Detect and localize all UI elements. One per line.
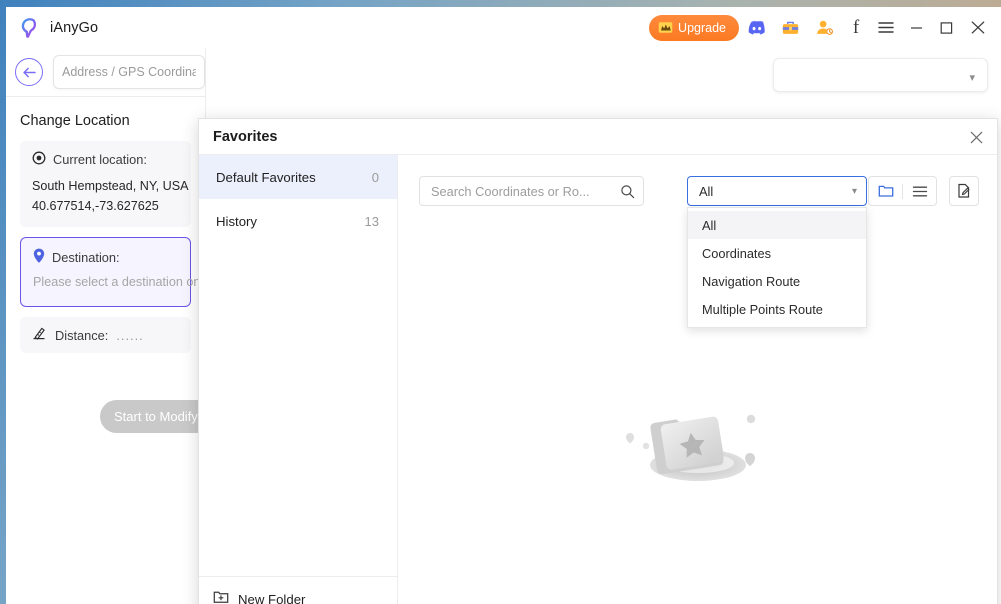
destination-card[interactable]: Destination: Please select a destination… xyxy=(20,237,191,307)
address-search-row xyxy=(6,48,205,96)
sidebar-item-label: Default Favorites xyxy=(216,170,316,185)
address-input[interactable] xyxy=(53,55,205,89)
sidebar-item-count: 13 xyxy=(365,214,379,229)
current-location-place: South Hempstead, NY, USA xyxy=(32,177,179,197)
app-brand: iAnyGo xyxy=(17,16,98,40)
upgrade-button[interactable]: Upgrade xyxy=(649,15,739,41)
view-mode-group xyxy=(868,176,937,206)
current-location-label: Current location: xyxy=(53,152,147,167)
toolbar-right-group xyxy=(868,176,979,206)
current-location-coordinates: 40.677514,-73.627625 xyxy=(32,197,179,217)
maximize-icon[interactable] xyxy=(931,7,961,48)
type-filter-value: All xyxy=(699,184,713,199)
folder-plus-icon xyxy=(213,589,229,604)
favorites-content: All ▾ All Coordinates Navigation Route M… xyxy=(398,155,997,604)
distance-value: ...... xyxy=(116,328,143,343)
close-icon[interactable] xyxy=(961,7,995,48)
minimize-icon[interactable] xyxy=(901,7,931,48)
titlebar-actions: Upgrade xyxy=(649,7,1001,48)
left-panel: Change Location Current location: South … xyxy=(6,48,206,447)
favorites-toolbar: All ▾ All Coordinates Navigation Route M… xyxy=(419,176,979,206)
list-icon[interactable] xyxy=(903,177,936,205)
type-option-coordinates[interactable]: Coordinates xyxy=(688,239,866,267)
location-pin-logo xyxy=(17,16,41,40)
hamburger-menu-icon[interactable] xyxy=(871,7,901,48)
folder-icon[interactable] xyxy=(869,177,902,205)
modal-body: Default Favorites 0 History 13 xyxy=(199,155,997,604)
sidebar-item-default-favorites[interactable]: Default Favorites 0 xyxy=(199,155,397,199)
map-search-bar[interactable]: ▾ xyxy=(773,58,988,92)
app-title: iAnyGo xyxy=(50,20,98,36)
search-input[interactable] xyxy=(420,184,611,199)
sidebar-item-history[interactable]: History 13 xyxy=(199,199,397,243)
new-folder-button[interactable]: New Folder xyxy=(199,576,398,604)
chevron-down-icon: ▾ xyxy=(852,186,857,197)
discord-icon[interactable] xyxy=(739,7,773,48)
current-location-card[interactable]: Current location: South Hempstead, NY, U… xyxy=(20,141,191,227)
favorites-modal: Favorites Default Favorites 0 xyxy=(198,118,998,604)
title-bar: iAnyGo Upgrade xyxy=(6,7,1001,48)
destination-header: Destination: xyxy=(33,248,178,266)
type-option-all[interactable]: All xyxy=(688,211,866,239)
destination-placeholder: Please select a destination on the map xyxy=(33,275,178,289)
distance-card: Distance: ...... xyxy=(20,317,191,353)
sidebar-item-label: History xyxy=(216,214,257,229)
empty-folder-star-illustration xyxy=(613,387,783,491)
page-title: Change Location xyxy=(6,97,205,141)
type-filter-select[interactable]: All ▾ xyxy=(687,176,867,206)
new-folder-label: New Folder xyxy=(238,592,305,604)
upgrade-label: Upgrade xyxy=(678,21,726,35)
ruler-icon xyxy=(32,326,47,344)
favorites-sidebar: Default Favorites 0 History 13 xyxy=(199,155,398,604)
distance-label: Distance: xyxy=(55,328,108,343)
facebook-letter: f xyxy=(853,18,859,37)
chevron-down-icon: ▾ xyxy=(969,71,975,84)
empty-state xyxy=(398,387,997,491)
application-window: iAnyGo Upgrade xyxy=(6,7,1001,604)
close-icon[interactable] xyxy=(962,123,990,151)
map-pin-icon xyxy=(33,248,45,266)
search-icon[interactable] xyxy=(611,177,643,205)
type-option-navigation-route[interactable]: Navigation Route xyxy=(688,267,866,295)
main-content-area: ▾ Change Location xyxy=(6,48,1001,604)
sidebar-item-count: 0 xyxy=(372,170,379,185)
toolbox-icon[interactable] xyxy=(773,7,807,48)
current-location-header: Current location: xyxy=(32,151,179,168)
modal-title: Favorites xyxy=(213,129,277,145)
destination-label: Destination: xyxy=(52,250,120,265)
crown-icon xyxy=(658,21,673,34)
arrow-left-circle-icon[interactable] xyxy=(15,58,43,86)
file-edit-icon[interactable] xyxy=(949,176,979,206)
type-filter-options[interactable]: All Coordinates Navigation Route Multipl… xyxy=(687,207,867,328)
favorites-search[interactable] xyxy=(419,176,644,206)
type-option-multiple-points-route[interactable]: Multiple Points Route xyxy=(688,295,866,323)
facebook-icon[interactable]: f xyxy=(841,7,871,48)
type-filter: All ▾ All Coordinates Navigation Route M… xyxy=(687,176,867,206)
modal-header: Favorites xyxy=(199,119,997,155)
target-icon xyxy=(32,151,46,168)
user-clock-icon[interactable] xyxy=(807,7,841,48)
